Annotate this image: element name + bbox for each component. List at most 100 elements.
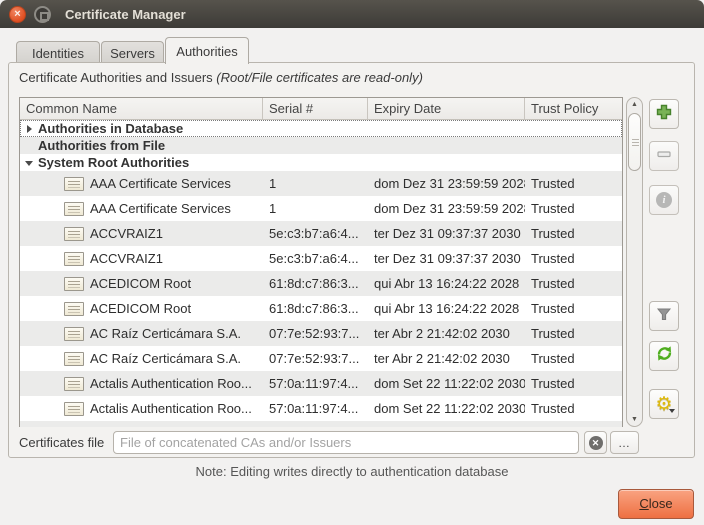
tree-cert-row[interactable]: ACCVRAIZ15e:c3:b7:a6:4...ter Dez 31 09:3… — [20, 221, 622, 246]
serial-text: 1 — [263, 171, 368, 196]
certificates-file-input[interactable] — [113, 431, 579, 454]
scroll-up-icon[interactable]: ▲ — [627, 101, 642, 108]
clear-icon: ✕ — [589, 436, 603, 450]
authorities-table[interactable]: Common Name Serial # Expiry Date Trust P… — [19, 97, 623, 427]
close-button[interactable]: Close — [618, 489, 694, 519]
expiry-text — [368, 154, 525, 171]
certificate-icon — [64, 227, 84, 241]
authorities-panel: Certificate Authorities and Issuers (Roo… — [8, 62, 695, 458]
expiry-text — [368, 137, 525, 154]
refresh-icon — [656, 345, 673, 367]
certificate-icon — [64, 302, 84, 316]
expand-arrow-icon[interactable] — [24, 124, 38, 134]
serial-text — [263, 154, 368, 171]
tab-servers[interactable]: Servers — [101, 41, 164, 63]
tree-group-row[interactable]: Authorities from File — [20, 137, 622, 154]
dropdown-caret-icon — [669, 409, 675, 413]
serial-text — [263, 137, 368, 154]
column-header-common-name[interactable]: Common Name — [20, 98, 263, 119]
expiry-text: ter Dez 31 09:37:37 2030 — [368, 246, 525, 271]
certificate-icon — [64, 327, 84, 341]
window-close-icon[interactable]: × — [9, 6, 26, 23]
tree-cert-row[interactable]: Actalis Authentication Roo... 57:0a:11:97… — [20, 396, 622, 421]
expiry-text: ter Abr 2 21:42:02 2030 — [368, 321, 525, 346]
common-name-text: Authorities in Database — [38, 120, 183, 137]
remove-certificate-button[interactable] — [649, 141, 679, 171]
tree-cert-row[interactable]: AAA Certificate Services1dom Dez 31 23:5… — [20, 196, 622, 221]
common-name-text: System Root Authorities — [38, 154, 189, 171]
certificate-manager-dialog: × Certificate Manager Identities Servers… — [0, 0, 704, 525]
expiry-text: ter Dez 31 09:37:37 2030 — [368, 221, 525, 246]
browse-file-button[interactable]: … — [610, 431, 639, 454]
certificates-file-label: Certificates file — [19, 435, 104, 450]
trust-policy-text: Trusted — [525, 171, 622, 196]
window-title: Certificate Manager — [65, 7, 186, 22]
group-certificates-button[interactable] — [649, 301, 679, 331]
expiry-text — [368, 120, 525, 137]
tree-cert-row[interactable]: AC Raíz Certicámara S.A.07:7e:52:93:7...… — [20, 346, 622, 371]
expiry-text: qui Abr 13 16:24:22 2028 — [368, 296, 525, 321]
trust-policy-text: Trusted — [525, 321, 622, 346]
titlebar[interactable]: × Certificate Manager — [0, 0, 704, 28]
trust-policy-text: Trusted — [525, 271, 622, 296]
refresh-button[interactable] — [649, 341, 679, 371]
serial-text — [263, 120, 368, 137]
certificate-icon — [64, 177, 84, 191]
tree-group-row[interactable]: Authorities in Database — [20, 120, 622, 137]
serial-text: 5e:c3:b7:a6:4... — [263, 246, 368, 271]
column-header-expiry[interactable]: Expiry Date — [368, 98, 525, 119]
certificate-icon — [64, 427, 84, 428]
collapse-arrow-icon[interactable] — [24, 158, 38, 168]
common-name-text: Actalis Authentication Roo... — [90, 371, 252, 396]
certificate-icon — [64, 352, 84, 366]
common-name-text: Actalis Authentication Roo... — [90, 396, 252, 421]
trust-policy-text — [525, 120, 622, 137]
trust-policy-text: Trusted — [525, 221, 622, 246]
serial-text: 61:8d:c7:86:3... — [263, 271, 368, 296]
vertical-scrollbar[interactable]: ▲ ▼ — [626, 97, 643, 427]
tab-authorities[interactable]: Authorities — [165, 37, 249, 64]
trust-policy-text: Trusted — [525, 371, 622, 396]
certificate-info-button[interactable]: i — [649, 185, 679, 215]
tree-cert-row[interactable]: AAA Certificate Services1dom Dez 31 23:5… — [20, 171, 622, 196]
common-name-text: AC Raíz Certicámara S.A. — [90, 321, 241, 346]
plus-icon — [656, 104, 672, 125]
serial-text: 57:0a:11:97:4... — [263, 396, 368, 421]
serial-text: 57:0a:11:97:4... — [263, 371, 368, 396]
tree-cert-row[interactable]: AC Raíz Certicámara S.A.07:7e:52:93:7...… — [20, 321, 622, 346]
table-header[interactable]: Common Name Serial # Expiry Date Trust P… — [20, 98, 622, 120]
column-header-serial[interactable]: Serial # — [263, 98, 368, 119]
tree-cert-row[interactable]: ACCVRAIZ15e:c3:b7:a6:4...ter Dez 31 09:3… — [20, 246, 622, 271]
common-name-text: ACEDICOM Root — [90, 271, 191, 296]
common-name-text: AAA Certificate Services — [90, 196, 231, 221]
table-body: Authorities in DatabaseAuthorities from … — [20, 120, 622, 427]
tree-group-row[interactable]: System Root Authorities — [20, 154, 622, 171]
tree-cert-row[interactable]: ACEDICOM Root61:8d:c7:86:3...qui Abr 13 … — [20, 296, 622, 321]
trust-policy-text: Trusted — [525, 296, 622, 321]
window-maximize-icon[interactable] — [34, 6, 51, 23]
clear-file-button[interactable]: ✕ — [584, 431, 607, 454]
expander-spacer — [24, 141, 38, 151]
column-header-trust[interactable]: Trust Policy — [525, 98, 622, 119]
common-name-text: AddTrust Class 1 CA Root — [90, 421, 241, 427]
utilities-menu-button[interactable]: ⚙ — [649, 389, 679, 419]
serial-text: 5e:c3:b7:a6:4... — [263, 221, 368, 246]
serial-text: 07:7e:52:93:7... — [263, 346, 368, 371]
scroll-down-icon[interactable]: ▼ — [627, 416, 642, 423]
scrollbar-thumb[interactable] — [628, 113, 641, 171]
trust-policy-text: Trusted — [525, 396, 622, 421]
section-heading: Certificate Authorities and Issuers (Roo… — [19, 70, 423, 85]
tree-cert-row[interactable]: AddTrust Class 1 CA Root1sáb Mai 30 10:3… — [20, 421, 622, 427]
funnel-icon — [656, 306, 672, 327]
tab-identities[interactable]: Identities — [16, 41, 100, 63]
certificate-icon — [64, 202, 84, 216]
note-text: Note: Editing writes directly to authent… — [0, 464, 704, 479]
trust-policy-text — [525, 154, 622, 171]
minus-icon — [656, 146, 672, 167]
expiry-text: sáb Mai 30 10:38:31 2020 — [368, 421, 525, 427]
expiry-text: ter Abr 2 21:42:02 2030 — [368, 346, 525, 371]
tree-cert-row[interactable]: Actalis Authentication Roo... 57:0a:11:97… — [20, 371, 622, 396]
add-certificate-button[interactable] — [649, 99, 679, 129]
expiry-text: qui Abr 13 16:24:22 2028 — [368, 271, 525, 296]
tree-cert-row[interactable]: ACEDICOM Root 61:8d:c7:86:3...qui Abr 13 … — [20, 271, 622, 296]
